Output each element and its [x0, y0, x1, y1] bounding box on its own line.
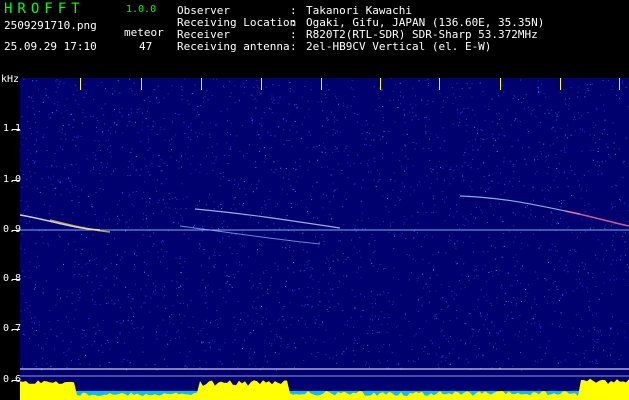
date-time: 25.09.29 17:10 — [4, 40, 97, 53]
meteor-trace — [194, 208, 341, 229]
time-tick-mark — [321, 78, 322, 90]
time-tick-mark — [619, 78, 620, 90]
signal-level-bar — [20, 378, 629, 400]
receiver-value: R820T2(RTL-SDR) SDR-Sharp 53.372MHz — [306, 28, 538, 41]
meteor-trace — [564, 210, 629, 227]
file-name: 2509291710.png — [4, 19, 97, 32]
observer-colon: : — [290, 4, 297, 17]
antenna-colon: : — [290, 40, 297, 53]
time-tick-mark — [380, 78, 381, 90]
time-tick-mark — [141, 78, 142, 90]
antenna-label: Receiving antenna — [177, 40, 290, 53]
time-tick-mark — [80, 78, 81, 90]
meteor-count: 47 — [139, 40, 153, 53]
app-version: 1.0.0 — [126, 4, 157, 15]
time-tick-mark — [201, 78, 202, 90]
spectrogram — [20, 78, 629, 400]
time-tick-mark — [500, 78, 501, 90]
time-tick-mark — [261, 78, 262, 90]
receiver-label: Receiver — [177, 28, 230, 41]
meteor-label: meteor — [124, 26, 164, 39]
meteor-trace — [459, 195, 581, 215]
meteor-trace — [179, 225, 321, 245]
freq-tick-mark — [12, 329, 20, 330]
header-panel: HROFFT 1.0.0 2509291710.png 25.09.29 17:… — [0, 0, 629, 90]
observer-value: Takanori Kawachi — [306, 4, 412, 17]
app-title: HROFFT — [4, 1, 85, 17]
time-tick-mark — [439, 78, 440, 90]
observer-label: Observer — [177, 4, 230, 17]
location-value: Ogaki, Gifu, JAPAN (136.60E, 35.35N) — [306, 16, 545, 29]
freq-tick-mark — [12, 230, 20, 231]
location-colon: : — [290, 16, 297, 29]
spectrogram-canvas — [20, 78, 629, 400]
antenna-value: 2el-HB9CV Vertical (el. E-W) — [306, 40, 492, 53]
freq-tick-mark — [12, 180, 20, 181]
receiver-colon: : — [290, 28, 297, 41]
freq-tick-mark — [12, 380, 20, 381]
time-tick-mark — [560, 78, 561, 90]
unit-label: kHz — [1, 74, 20, 85]
freq-tick-mark — [12, 129, 20, 130]
location-label: Receiving Location — [177, 16, 297, 29]
freq-tick-mark — [12, 279, 20, 280]
